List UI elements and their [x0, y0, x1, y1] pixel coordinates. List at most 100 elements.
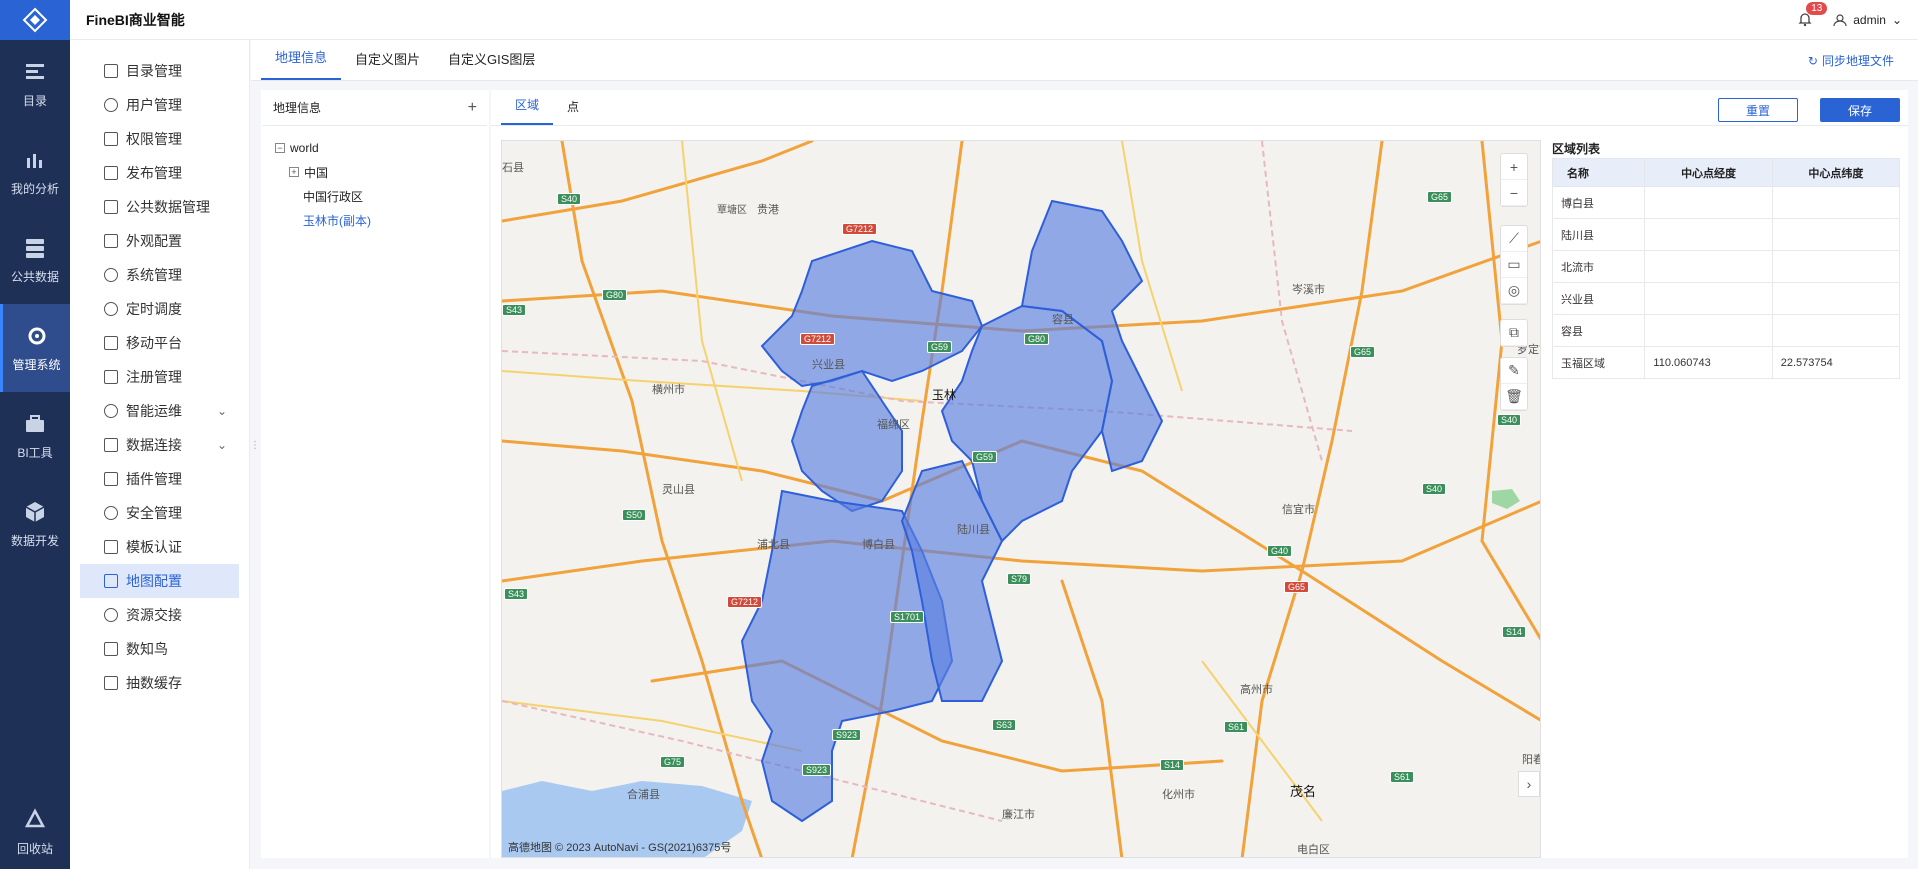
rail-item-recycle[interactable]: 回收站: [0, 808, 70, 857]
menu-item-catalog-mgmt[interactable]: 目录管理: [80, 54, 239, 88]
expand-icon[interactable]: +: [289, 167, 299, 177]
zoom-in-button[interactable]: +: [1501, 154, 1527, 180]
menu-label: 用户管理: [126, 97, 182, 113]
delete-tools: ✎ 🗑: [1500, 357, 1528, 411]
region-lng[interactable]: 110.060743: [1644, 346, 1773, 379]
menu-item-mobile[interactable]: 移动平台: [80, 326, 239, 360]
table-row[interactable]: 容县: [1551, 314, 1901, 347]
edit-tools: ⧉: [1500, 319, 1528, 347]
menu-item-system-mgmt[interactable]: 系统管理: [80, 258, 239, 292]
road-shield: S40: [557, 193, 582, 205]
zoom-out-button[interactable]: −: [1501, 180, 1527, 206]
save-button[interactable]: 保存: [1820, 98, 1900, 122]
menu-item-data-connection[interactable]: 数据连接 ⌄: [80, 428, 239, 462]
region-lat[interactable]: [1771, 186, 1901, 219]
collapse-icon[interactable]: −: [275, 143, 285, 153]
rail-label: 我的分析: [10, 181, 59, 196]
menu-item-schedule[interactable]: 定时调度: [80, 292, 239, 326]
menu-item-publish-mgmt[interactable]: 发布管理: [80, 156, 239, 190]
region-lng[interactable]: [1644, 186, 1773, 219]
road-shield: G65: [1284, 581, 1310, 593]
tab-geo-info[interactable]: 地理信息: [261, 47, 342, 80]
geo-tree-panel: 地理信息 + − world + 中国 中国行政区 玉林市(副本): [261, 90, 489, 858]
region-lng[interactable]: [1644, 218, 1773, 251]
eraser-icon[interactable]: ✎: [1501, 358, 1527, 384]
app-logo[interactable]: [0, 0, 70, 40]
menu-label: 权限管理: [126, 131, 182, 147]
menu-item-plugin-mgmt[interactable]: 插件管理: [80, 462, 239, 496]
road-shield: S14: [1160, 759, 1185, 771]
tree-node-china[interactable]: + 中国: [275, 160, 475, 184]
menu-item-appearance[interactable]: 外观配置: [80, 224, 239, 258]
menu-item-permission-mgmt[interactable]: 权限管理: [80, 122, 239, 156]
region-lng[interactable]: [1644, 282, 1773, 315]
menu-label: 数知鸟: [126, 641, 168, 657]
menu-item-extract-cache[interactable]: 抽数缓存: [80, 666, 239, 700]
table-row[interactable]: 玉福区域 110.060743 22.573754: [1551, 346, 1901, 379]
tree-node-china-admin[interactable]: 中国行政区: [275, 184, 475, 208]
region-lat[interactable]: 22.573754: [1771, 346, 1901, 379]
menu-item-user-mgmt[interactable]: 用户管理: [80, 88, 239, 122]
tree-node-world[interactable]: − world: [275, 136, 475, 160]
map-label-lianjiang: 廉江市: [1002, 809, 1035, 821]
editor-subtabs: 区域 点: [491, 90, 1908, 126]
region-lng[interactable]: [1644, 250, 1773, 283]
menu-item-smart-ops[interactable]: 智能运维 ⌄: [80, 394, 239, 428]
region-name: 玉福区域: [1551, 346, 1646, 379]
sync-geo-file-button[interactable]: ↻ 同步地理文件: [1808, 52, 1894, 69]
region-table: 名称 中心点经度 中心点纬度 博白县 陆川县 北流市 兴业县 容县 玉福区域 11…: [1551, 158, 1901, 379]
road-shield: S43: [502, 304, 527, 316]
menu-item-shuzhiniao[interactable]: 数知鸟: [80, 632, 239, 666]
merge-tool-icon[interactable]: ⧉: [1501, 320, 1527, 346]
gear-icon: [28, 327, 45, 344]
user-menu[interactable]: admin ⌄: [1833, 13, 1902, 27]
rail-item-bi-tools[interactable]: BI工具: [0, 392, 70, 480]
rail-item-public-data[interactable]: 公共数据: [0, 216, 70, 304]
panel-splitter-handle[interactable]: ⋮: [250, 440, 260, 451]
region-lat[interactable]: [1771, 314, 1901, 347]
menu-item-security-mgmt[interactable]: 安全管理: [80, 496, 239, 530]
circle-tool-icon[interactable]: ◎: [1501, 278, 1527, 304]
rail-item-data-dev[interactable]: 数据开发: [0, 480, 70, 568]
tab-region[interactable]: 区域: [501, 96, 554, 125]
chevron-right-icon[interactable]: ›: [1518, 771, 1540, 797]
road-shield: S50: [622, 509, 647, 521]
tree-node-yulin-copy[interactable]: 玉林市(副本): [275, 208, 475, 232]
map-canvas[interactable]: 贵港 覃塘区 横州市 兴业县 玉林 福绵区 容县 灵山县 浦北县 博白县 陆川县…: [501, 140, 1541, 858]
tab-point[interactable]: 点: [553, 98, 593, 125]
trash-icon[interactable]: 🗑: [1501, 384, 1527, 410]
polyline-tool-icon[interactable]: ⟋: [1501, 226, 1527, 252]
menu-label: 目录管理: [126, 63, 182, 79]
reset-button[interactable]: 重置: [1718, 98, 1798, 122]
add-icon[interactable]: +: [468, 99, 477, 117]
menu-item-template-cert[interactable]: 模板认证: [80, 530, 239, 564]
menu-label: 抽数缓存: [126, 675, 182, 691]
chevron-down-icon: ⌄: [216, 404, 227, 418]
region-lat[interactable]: [1771, 218, 1901, 251]
rail-item-catalog[interactable]: 目录: [0, 40, 70, 128]
menu-item-resource-handover[interactable]: 资源交接: [80, 598, 239, 632]
table-row[interactable]: 陆川县: [1551, 218, 1901, 251]
tab-custom-gis[interactable]: 自定义GIS图层: [434, 49, 549, 80]
rectangle-tool-icon[interactable]: ▭: [1501, 252, 1527, 278]
road-shield: G59: [927, 341, 953, 353]
region-lat[interactable]: [1771, 282, 1901, 315]
menu-item-public-data-mgmt[interactable]: 公共数据管理: [80, 190, 239, 224]
table-row[interactable]: 北流市: [1551, 250, 1901, 283]
user-icon: [104, 98, 118, 112]
gear-icon: [104, 268, 118, 282]
table-row[interactable]: 兴业县: [1551, 282, 1901, 315]
toolbox-icon: [26, 414, 44, 432]
region-lng[interactable]: [1644, 314, 1773, 347]
username: admin: [1853, 12, 1886, 27]
table-row[interactable]: 博白县: [1551, 186, 1901, 219]
tab-custom-image[interactable]: 自定义图片: [341, 49, 434, 80]
menu-item-registration[interactable]: 注册管理: [80, 360, 239, 394]
region-lat[interactable]: [1771, 250, 1901, 283]
rail-item-my-analysis[interactable]: 我的分析: [0, 128, 70, 216]
menu-item-map-config[interactable]: 地图配置: [80, 564, 239, 598]
notification-button[interactable]: 13: [1797, 1, 1828, 29]
map-label-shanglin: 石县: [502, 162, 524, 174]
map-label-yulin: 玉林: [932, 388, 957, 402]
rail-item-management[interactable]: 管理系统: [0, 304, 70, 392]
